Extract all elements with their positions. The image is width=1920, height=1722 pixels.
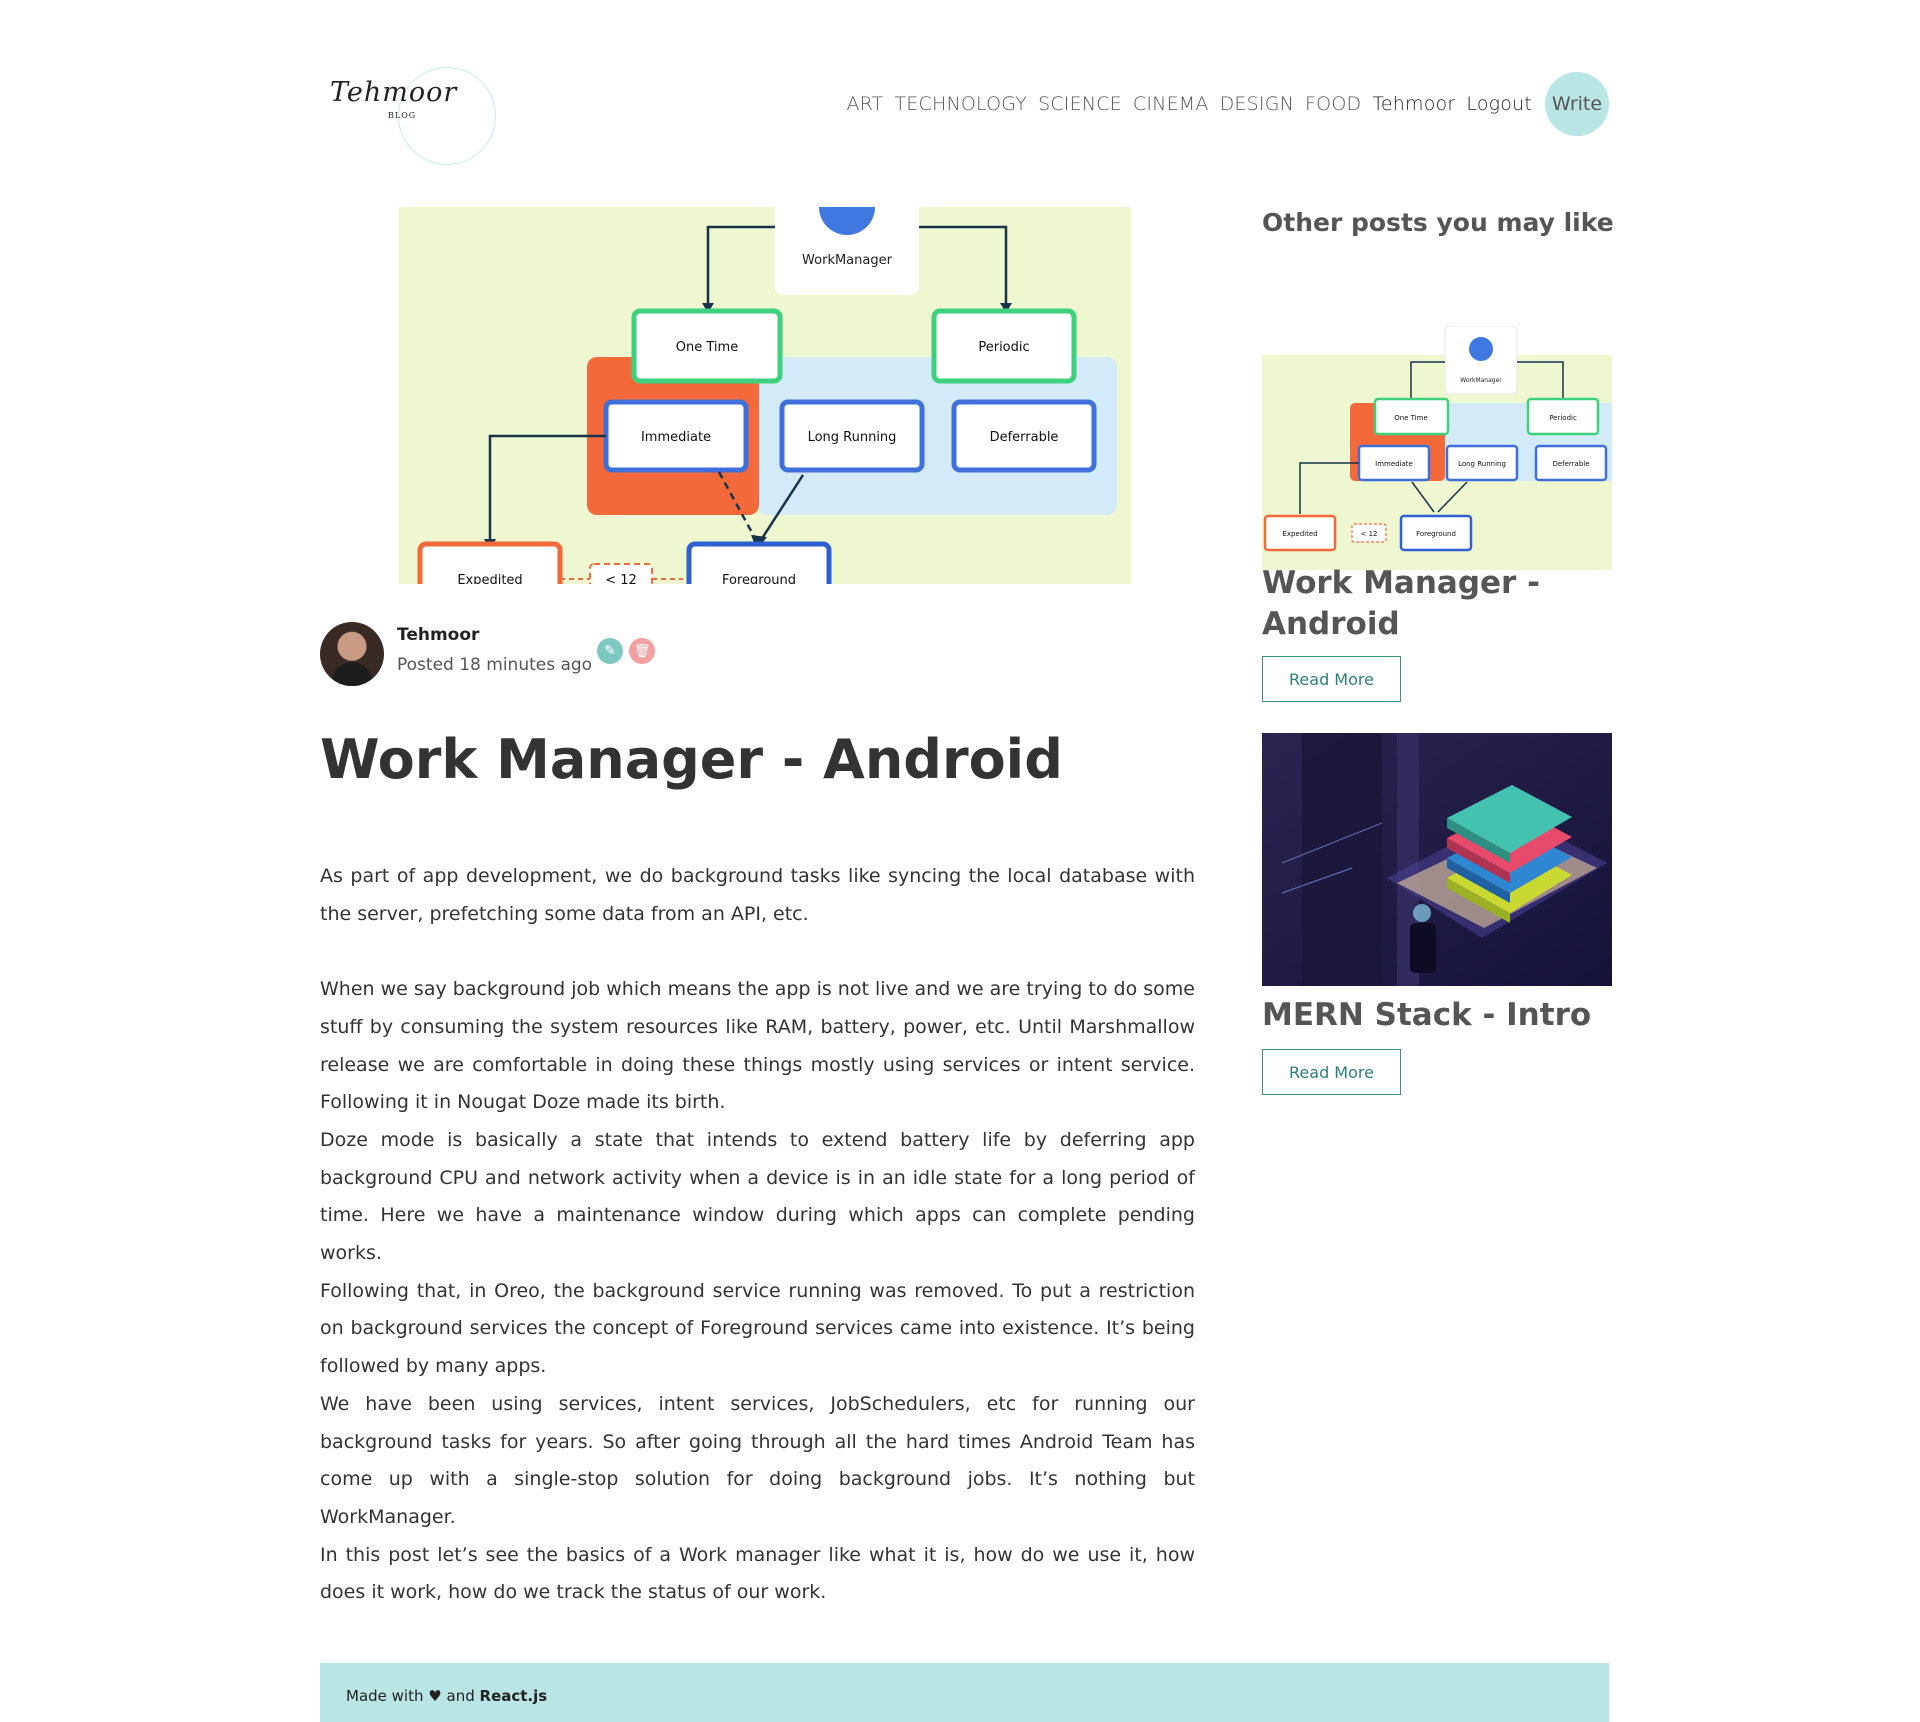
workmanager-thumbnail: WorkManager One Time Periodic Immediate … [1262, 326, 1612, 570]
diagram-longrunning-label: Long Running [808, 430, 897, 445]
post-paragraph: Doze mode is basically a state that inte… [320, 1128, 1195, 1265]
thumb-onetime-label: One Time [1394, 414, 1428, 422]
navbar: Tehmoor BLOG ART TECHNOLOGY SCIENCE CINE… [320, 0, 1609, 170]
trash-icon[interactable]: 🗑 [629, 638, 655, 664]
post-timestamp: Posted 18 minutes ago [397, 655, 593, 675]
diagram-deferrable-label: Deferrable [990, 430, 1059, 445]
read-more-button[interactable]: Read More [1262, 1049, 1401, 1095]
post-body: As part of app development, we do backgr… [320, 858, 1195, 1612]
footer-middle: and [446, 1687, 475, 1705]
post-paragraph: We have been using services, intent serv… [320, 1392, 1195, 1528]
footer-prefix: Made with [346, 1687, 424, 1705]
thumb-foreground-label: Foreground [1416, 530, 1456, 538]
nav-food[interactable]: FOOD [1305, 93, 1361, 115]
author-name[interactable]: Tehmoor [397, 625, 479, 645]
diagram-onetime-label: One Time [676, 340, 738, 355]
nav-design[interactable]: DESIGN [1220, 93, 1294, 115]
sidebar-heading: Other posts you may like [1262, 208, 1614, 237]
post-hero-image: WorkManager One Time Periodic Immediate … [399, 207, 1131, 584]
nav-cinema[interactable]: CINEMA [1133, 93, 1209, 115]
thumb-longrunning-label: Long Running [1458, 460, 1506, 468]
diagram-root-label: WorkManager [802, 253, 893, 268]
diagram-expedited-label: Expedited [457, 573, 522, 584]
thumb-immediate-label: Immediate [1375, 460, 1413, 468]
avatar[interactable] [320, 622, 384, 686]
workmanager-diagram: WorkManager One Time Periodic Immediate … [399, 207, 1131, 584]
logout-link[interactable]: Logout [1466, 93, 1532, 115]
thumb-lt12-label: < 12 [1361, 530, 1378, 538]
main-nav: ART TECHNOLOGY SCIENCE CINEMA DESIGN FOO… [835, 72, 1609, 136]
write-button[interactable]: Write [1545, 72, 1609, 136]
nav-art[interactable]: ART [846, 93, 883, 115]
logo-subtitle: BLOG [388, 111, 417, 120]
post-paragraph: When we say background job which means t… [320, 978, 1195, 1114]
nav-user[interactable]: Tehmoor [1372, 93, 1455, 115]
post-paragraph: In this post let’s see the basics of a W… [320, 1543, 1195, 1604]
thumb-root-label: WorkManager [1460, 377, 1502, 384]
thumb-deferrable-label: Deferrable [1552, 460, 1589, 468]
related-post-thumbnail[interactable] [1262, 733, 1612, 986]
footer: Made with ♥ and React.js [320, 1663, 1609, 1722]
mern-stack-thumbnail [1262, 733, 1612, 986]
nav-science[interactable]: SCIENCE [1038, 93, 1122, 115]
footer-tech: React.js [479, 1687, 548, 1705]
related-post-title[interactable]: MERN Stack - Intro [1262, 995, 1591, 1036]
diagram-foreground-label: Foreground [722, 573, 796, 584]
pencil-icon[interactable]: ✎ [597, 638, 623, 664]
nav-technology[interactable]: TECHNOLOGY [894, 93, 1027, 115]
heart-icon: ♥ [428, 1687, 442, 1705]
read-more-button[interactable]: Read More [1262, 656, 1401, 702]
sidebar: Other posts you may like WorkManager One… [1262, 208, 1614, 1095]
post-paragraph: As part of app development, we do backgr… [320, 865, 1195, 925]
thumb-periodic-label: Periodic [1549, 414, 1577, 422]
diagram-periodic-label: Periodic [978, 340, 1029, 355]
site-logo[interactable]: Tehmoor BLOG [330, 65, 496, 167]
post-paragraph: Following that, in Oreo, the background … [320, 1279, 1195, 1378]
footer-credit: Made with ♥ and React.js [346, 1687, 547, 1705]
post-title: Work Manager - Android [320, 728, 1063, 791]
diagram-immediate-label: Immediate [641, 430, 711, 445]
related-post-thumbnail[interactable]: WorkManager One Time Periodic Immediate … [1262, 326, 1612, 570]
logo-script: Tehmoor [330, 77, 458, 108]
diagram-lt12-label: < 12 [605, 573, 637, 584]
thumb-expedited-label: Expedited [1282, 530, 1317, 538]
related-post-title[interactable]: Work Manager - Android [1262, 563, 1612, 645]
